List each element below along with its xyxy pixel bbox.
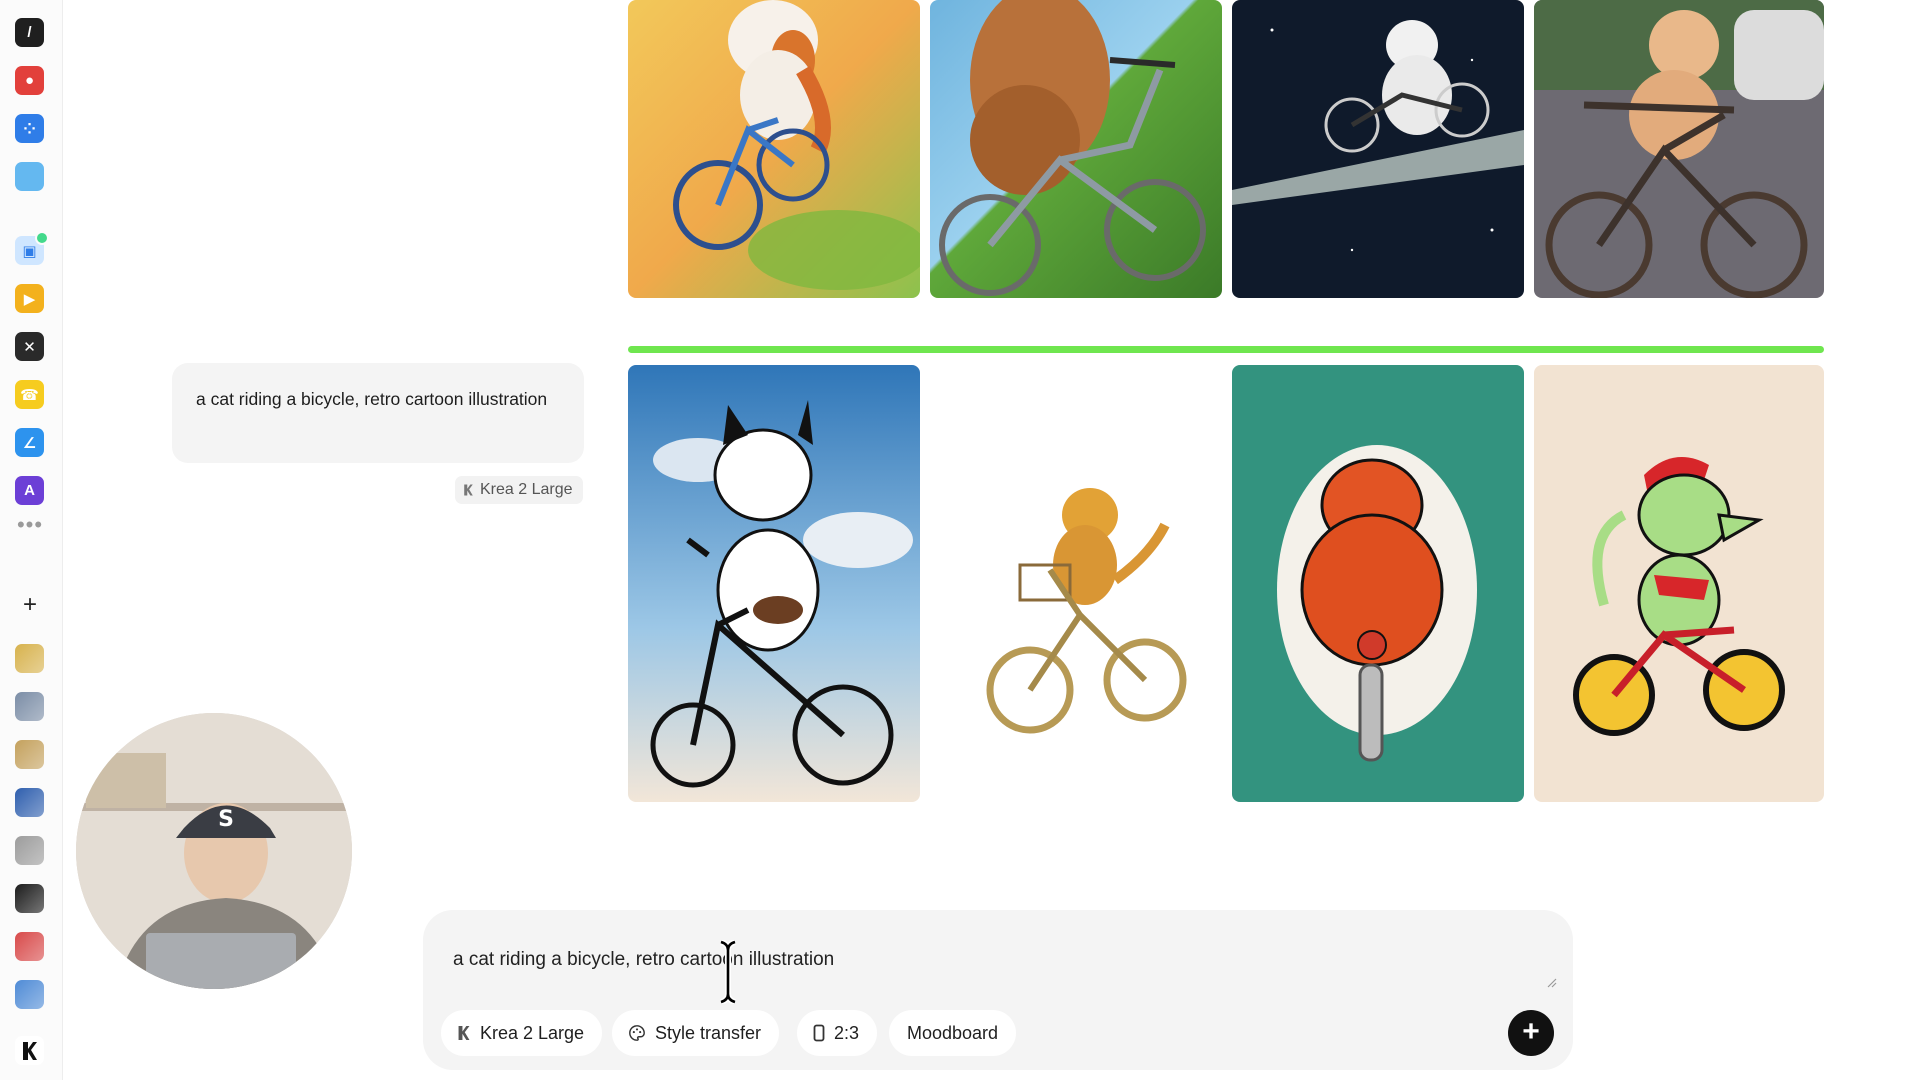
style-transfer-label: Style transfer: [655, 1022, 762, 1043]
nodes-app-icon[interactable]: ⁘: [15, 114, 44, 143]
model-tag: Krea 2 Large: [455, 476, 583, 504]
brush-app-icon[interactable]: ∠: [15, 428, 44, 457]
aspect-ratio-button[interactable]: 2:3: [797, 1010, 878, 1056]
portrait-ratio-icon: [813, 1024, 825, 1042]
video-app-icon[interactable]: ▶: [15, 284, 44, 313]
recent-project-thumbnail[interactable]: [15, 692, 44, 721]
add-icon[interactable]: +: [17, 592, 43, 618]
style-transfer-button[interactable]: Style transfer: [612, 1010, 780, 1056]
generated-image-retro-cartoon-tabby-cat[interactable]: [930, 365, 1222, 802]
recent-project-thumbnail[interactable]: [15, 836, 44, 865]
color-wheel-app-icon[interactable]: ●: [15, 66, 44, 95]
krea-logo-icon[interactable]: [15, 1036, 44, 1065]
webcam-overlay: S: [76, 713, 352, 989]
palette-icon: [629, 1025, 645, 1041]
generated-image-watercolor-cat[interactable]: [628, 0, 920, 298]
moodboard-button[interactable]: Moodboard: [889, 1010, 1017, 1056]
prompt-input[interactable]: [453, 940, 1513, 980]
svg-text:S: S: [218, 807, 234, 832]
generated-image-retro-cartoon-red-cat-egg[interactable]: [1232, 365, 1524, 802]
generate-button[interactable]: +: [1508, 1010, 1554, 1056]
tools-app-icon[interactable]: ✕: [15, 332, 44, 361]
moodboard-label: Moodboard: [907, 1022, 999, 1043]
notification-dot-icon: [35, 231, 49, 245]
generation-progress-bar: [628, 346, 1824, 353]
recent-project-thumbnail[interactable]: [15, 884, 44, 913]
resize-handle-icon[interactable]: [1547, 978, 1557, 988]
generated-image-retro-cartoon-black-white-cat[interactable]: [628, 365, 920, 802]
pen-tool-app-icon[interactable]: /: [15, 18, 44, 47]
recent-project-thumbnail[interactable]: [15, 932, 44, 961]
model-tag-label: Krea 2 Large: [480, 481, 573, 498]
generated-image-ginger-cat-street[interactable]: [1534, 0, 1824, 298]
phone-app-icon[interactable]: ☎: [15, 380, 44, 409]
folder-app-icon[interactable]: [15, 162, 44, 191]
prompt-message[interactable]: a cat riding a bicycle, retro cartoon il…: [172, 363, 584, 463]
text-cursor-icon: [720, 940, 736, 1004]
generated-image-photoreal-orange-cat[interactable]: [930, 0, 1222, 298]
generated-image-white-cat-night[interactable]: [1232, 0, 1524, 298]
recent-project-thumbnail[interactable]: [15, 740, 44, 769]
image-gallery-app-icon[interactable]: ▣: [15, 231, 49, 265]
more-apps-icon[interactable]: •••: [14, 514, 46, 540]
prompt-composer: Krea 2 Large Style transfer 2:3 Moodboar…: [423, 910, 1573, 1070]
model-select-button[interactable]: Krea 2 Large: [441, 1010, 603, 1056]
recent-project-thumbnail[interactable]: [15, 644, 44, 673]
krea-logo-icon: [458, 1026, 470, 1040]
recent-project-thumbnail[interactable]: [15, 788, 44, 817]
aspect-ratio-label: 2:3: [834, 1022, 860, 1043]
recent-project-thumbnail[interactable]: [15, 980, 44, 1009]
app-sidebar: / ● ⁘ ▣ ▶ ✕ ☎ ∠ A ••• +: [0, 0, 63, 1080]
generated-image-retro-cartoon-green-mouse[interactable]: [1534, 365, 1824, 802]
type-app-icon[interactable]: A: [15, 476, 44, 505]
krea-logo-icon: [464, 484, 473, 496]
model-select-label: Krea 2 Large: [480, 1022, 585, 1043]
